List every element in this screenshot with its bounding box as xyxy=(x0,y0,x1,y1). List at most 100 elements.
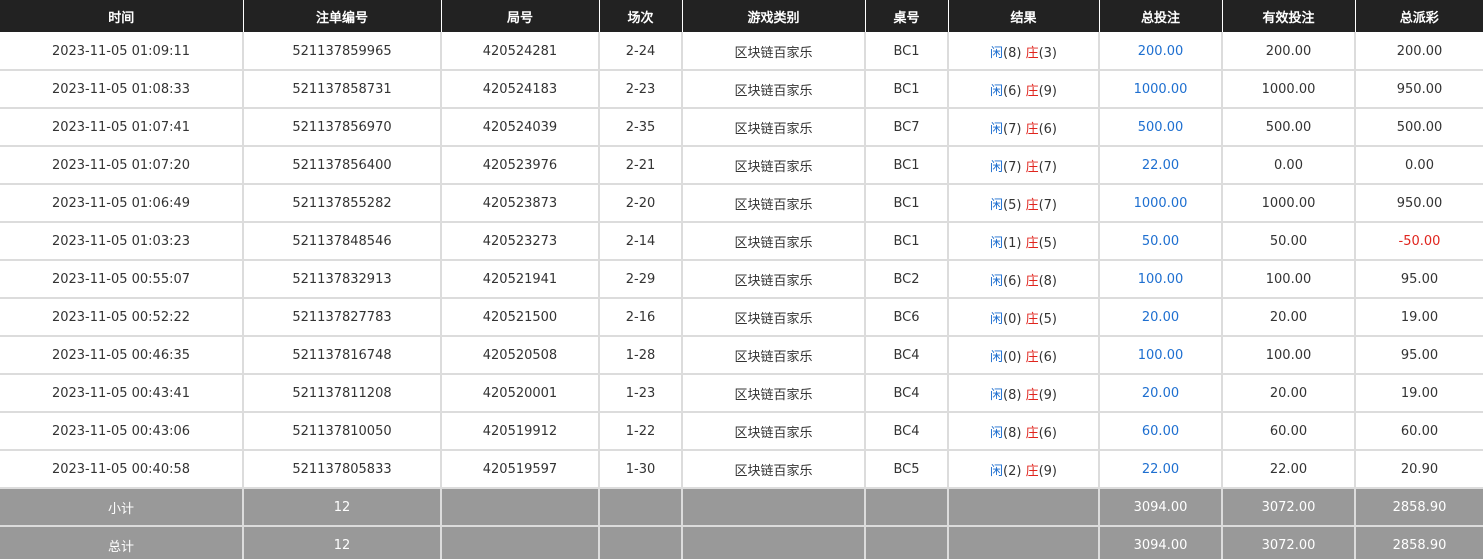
cell-session: 2-16 xyxy=(599,298,683,337)
table-row: 2023-11-05 01:08:33 521137858731 420524183… xyxy=(0,70,1483,109)
cell-session: 1-28 xyxy=(599,336,683,375)
cell-valid-bet: 200.00 xyxy=(1222,32,1356,71)
table-footer: 小计 12 3094.00 3072.00 2858.90 总计 12 3094… xyxy=(0,488,1483,559)
cell-table-no: BC1 xyxy=(865,184,949,223)
cell-table-no: BC7 xyxy=(865,108,949,147)
cell-valid-bet: 0.00 xyxy=(1222,146,1356,185)
cell-round-id: 420524039 xyxy=(441,108,600,147)
cell-payout: 500.00 xyxy=(1355,108,1483,147)
cell-time: 2023-11-05 00:55:07 xyxy=(0,260,244,299)
subtotal-count: 12 xyxy=(243,488,442,527)
result-banker-score: (6) xyxy=(1038,121,1057,137)
cell-time: 2023-11-05 01:07:20 xyxy=(0,146,244,185)
grand-total-empty-cell xyxy=(948,526,1100,559)
cell-bet-id: 521137816748 xyxy=(243,336,442,375)
cell-table-no: BC5 xyxy=(865,450,949,489)
cell-game-type: 区块链百家乐 xyxy=(682,336,866,375)
grand-total-empty-cell xyxy=(441,526,600,559)
cell-table-no: BC2 xyxy=(865,260,949,299)
cell-total-bet: 20.00 xyxy=(1099,298,1223,337)
cell-valid-bet: 20.00 xyxy=(1222,298,1356,337)
cell-valid-bet: 500.00 xyxy=(1222,108,1356,147)
cell-total-bet: 500.00 xyxy=(1099,108,1223,147)
header-payout[interactable]: 总派彩 xyxy=(1355,0,1483,33)
result-player-label: 闲 xyxy=(989,235,1003,251)
result-player-score: (2) xyxy=(1003,463,1022,479)
table-row: 2023-11-05 01:09:11 521137859965 420524281… xyxy=(0,32,1483,71)
cell-bet-id: 521137848546 xyxy=(243,222,442,261)
header-valid-bet[interactable]: 有效投注 xyxy=(1222,0,1356,33)
subtotal-label: 小计 xyxy=(0,488,244,527)
cell-round-id: 420524281 xyxy=(441,32,600,71)
cell-round-id: 420519912 xyxy=(441,412,600,451)
cell-game-type: 区块链百家乐 xyxy=(682,412,866,451)
cell-session: 2-29 xyxy=(599,260,683,299)
cell-table-no: BC1 xyxy=(865,32,949,71)
cell-payout: 19.00 xyxy=(1355,298,1483,337)
subtotal-empty-cell xyxy=(441,488,600,527)
cell-result: 闲(6) 庄(8) xyxy=(948,260,1100,299)
result-banker-label: 庄 xyxy=(1025,273,1039,289)
cell-total-bet: 22.00 xyxy=(1099,146,1223,185)
cell-game-type: 区块链百家乐 xyxy=(682,32,866,71)
cell-table-no: BC1 xyxy=(865,146,949,185)
grand-total-valid-bet: 3072.00 xyxy=(1222,526,1356,559)
table-header: 时间 注单编号 局号 场次 游戏类别 桌号 结果 总投注 有效投注 总派彩 xyxy=(0,0,1483,33)
result-player-score: (8) xyxy=(1003,387,1022,403)
cell-bet-id: 521137859965 xyxy=(243,32,442,71)
grand-total-row: 总计 12 3094.00 3072.00 2858.90 xyxy=(0,526,1483,559)
cell-table-no: BC4 xyxy=(865,412,949,451)
result-banker-score: (7) xyxy=(1038,159,1057,175)
cell-result: 闲(5) 庄(7) xyxy=(948,184,1100,223)
cell-valid-bet: 1000.00 xyxy=(1222,70,1356,109)
cell-session: 2-14 xyxy=(599,222,683,261)
cell-payout: 20.90 xyxy=(1355,450,1483,489)
cell-total-bet: 60.00 xyxy=(1099,412,1223,451)
header-session[interactable]: 场次 xyxy=(599,0,683,33)
result-player-score: (7) xyxy=(1003,121,1022,137)
cell-time: 2023-11-05 01:03:23 xyxy=(0,222,244,261)
header-result[interactable]: 结果 xyxy=(948,0,1100,33)
cell-session: 2-35 xyxy=(599,108,683,147)
header-time[interactable]: 时间 xyxy=(0,0,244,33)
result-banker-label: 庄 xyxy=(1025,349,1039,365)
cell-round-id: 420520001 xyxy=(441,374,600,413)
bet-records-table: 时间 注单编号 局号 场次 游戏类别 桌号 结果 总投注 有效投注 总派彩 20… xyxy=(0,0,1483,559)
header-bet-id[interactable]: 注单编号 xyxy=(243,0,442,33)
cell-bet-id: 521137810050 xyxy=(243,412,442,451)
subtotal-empty-cell xyxy=(599,488,683,527)
header-game-type[interactable]: 游戏类别 xyxy=(682,0,866,33)
result-banker-score: (7) xyxy=(1038,197,1057,213)
cell-time: 2023-11-05 00:46:35 xyxy=(0,336,244,375)
result-banker-label: 庄 xyxy=(1025,45,1039,61)
header-round-id[interactable]: 局号 xyxy=(441,0,600,33)
cell-bet-id: 521137855282 xyxy=(243,184,442,223)
header-total-bet[interactable]: 总投注 xyxy=(1099,0,1223,33)
cell-payout: 19.00 xyxy=(1355,374,1483,413)
header-table-no[interactable]: 桌号 xyxy=(865,0,949,33)
cell-table-no: BC1 xyxy=(865,222,949,261)
result-banker-score: (8) xyxy=(1038,273,1057,289)
cell-payout: 60.00 xyxy=(1355,412,1483,451)
cell-game-type: 区块链百家乐 xyxy=(682,108,866,147)
cell-total-bet: 1000.00 xyxy=(1099,70,1223,109)
result-player-score: (6) xyxy=(1003,83,1022,99)
cell-result: 闲(0) 庄(6) xyxy=(948,336,1100,375)
cell-table-no: BC4 xyxy=(865,374,949,413)
result-banker-label: 庄 xyxy=(1025,235,1039,251)
result-player-label: 闲 xyxy=(989,425,1003,441)
cell-bet-id: 521137856970 xyxy=(243,108,442,147)
cell-round-id: 420523873 xyxy=(441,184,600,223)
cell-round-id: 420520508 xyxy=(441,336,600,375)
cell-game-type: 区块链百家乐 xyxy=(682,450,866,489)
cell-payout: 95.00 xyxy=(1355,336,1483,375)
result-banker-label: 庄 xyxy=(1025,463,1039,479)
cell-time: 2023-11-05 00:43:06 xyxy=(0,412,244,451)
result-player-score: (8) xyxy=(1003,45,1022,61)
cell-session: 1-22 xyxy=(599,412,683,451)
cell-game-type: 区块链百家乐 xyxy=(682,184,866,223)
result-banker-label: 庄 xyxy=(1025,121,1039,137)
cell-result: 闲(8) 庄(6) xyxy=(948,412,1100,451)
result-banker-score: (9) xyxy=(1038,463,1057,479)
table-row: 2023-11-05 01:07:20 521137856400 420523976… xyxy=(0,146,1483,185)
